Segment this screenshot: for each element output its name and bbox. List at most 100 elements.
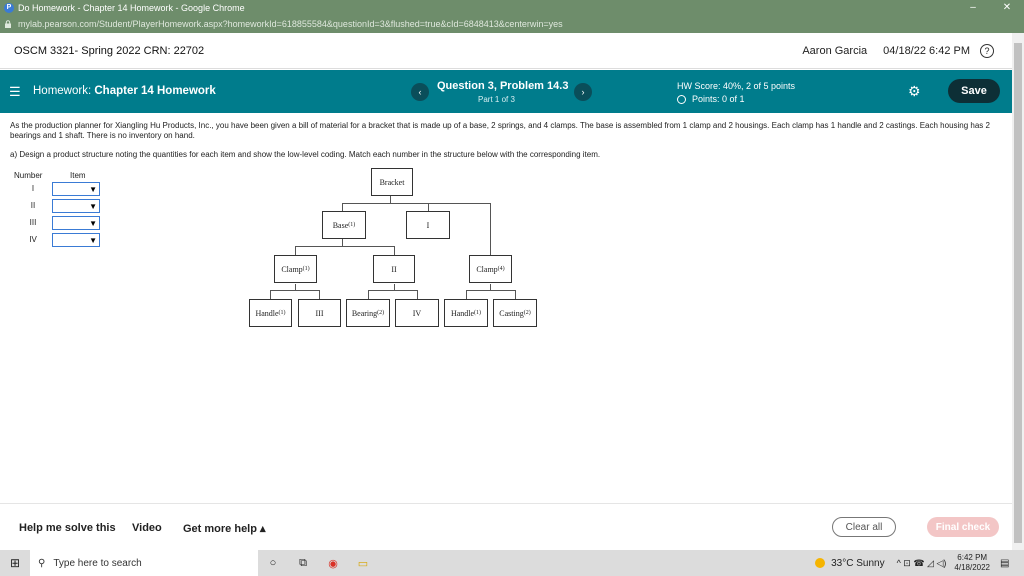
roman-label: II [30, 201, 36, 210]
save-button[interactable]: Save [948, 79, 1000, 103]
connector-line [342, 239, 343, 246]
assignment-table: Number Item I ▼ II ▼ III ▼ IV ▼ [14, 171, 104, 248]
connector-line [394, 246, 395, 255]
node-qty: (1) [348, 222, 356, 228]
connector-line [417, 290, 418, 299]
item-header: Item [70, 171, 86, 180]
hw-score: HW Score: 40%, 2 of 5 points [677, 81, 796, 91]
task-view-icon[interactable]: ⧉ [288, 557, 318, 570]
homework-name: Chapter 14 Homework [94, 85, 216, 97]
node-handle-1: Handle (1) [249, 299, 292, 327]
node-unknown-ii: II [373, 255, 415, 283]
node-base: Base (1) [322, 211, 366, 239]
previous-question-button[interactable]: ‹ [411, 83, 429, 101]
scrollbar-thumb[interactable] [1014, 43, 1022, 543]
connector-line [342, 203, 343, 211]
node-qty: (1) [474, 310, 482, 316]
settings-gear-icon[interactable]: ⚙ [908, 83, 921, 100]
connector-line [390, 196, 391, 203]
windows-taskbar: ⊞ ⚲ Type here to search ○ ⧉ ◉ ▭ 33°C Sun… [0, 550, 1024, 576]
hamburger-menu-icon[interactable]: ☰ [9, 84, 21, 100]
homework-header: ☰ Homework: Chapter 14 Homework ‹ Questi… [0, 70, 1012, 113]
node-qty: (4) [497, 266, 505, 272]
connector-line [466, 290, 467, 299]
node-qty: (2) [523, 310, 531, 316]
help-me-solve-link[interactable]: Help me solve this [19, 522, 116, 534]
node-bracket: Bracket [371, 168, 413, 196]
assignment-header: Number Item [14, 171, 104, 180]
connector-line [490, 203, 491, 255]
next-question-button[interactable]: › [574, 83, 592, 101]
connector-line [515, 290, 516, 299]
weather-widget[interactable]: 33°C Sunny [815, 557, 885, 569]
node-clamp-1: Clamp (1) [274, 255, 317, 283]
url-text[interactable]: mylab.pearson.com/Student/PlayerHomework… [18, 19, 563, 29]
item-select-1[interactable]: ▼ [52, 181, 100, 196]
course-name: OSCM 3321- Spring 2022 CRN: 22702 [14, 44, 205, 57]
node-bearing: Bearing (2) [346, 299, 390, 327]
node-label: Clamp [281, 264, 303, 274]
assignment-row: I ▼ [14, 180, 104, 197]
node-label: Handle [450, 308, 475, 318]
taskbar-clock[interactable]: 6:42 PM 4/18/2022 [954, 553, 990, 573]
clock-time: 6:42 PM [957, 553, 988, 562]
final-check-button[interactable]: Final check [927, 517, 999, 537]
dropdown-arrow-icon: ▼ [89, 218, 97, 228]
product-structure-diagram: Bracket Base (1) I Clamp (1) II Clamp (4) H… [240, 165, 550, 335]
node-handle-2: Handle (1) [444, 299, 488, 327]
number-header: Number [14, 171, 43, 180]
problem-text: As the production planner for Xiangling … [10, 121, 990, 140]
node-label: Bracket [379, 177, 405, 187]
node-unknown-i: I [406, 211, 450, 239]
node-label: Handle [255, 308, 279, 318]
browser-title: Do Homework - Chapter 14 Homework - Goog… [18, 2, 245, 13]
roman-label: IV [29, 235, 37, 244]
weather-text: 33°C Sunny [831, 557, 885, 569]
user-name: Aaron Garcia [802, 44, 868, 57]
question-content: As the production planner for Xiangling … [10, 121, 1005, 160]
get-more-help-link[interactable]: Get more help ▴ [183, 522, 266, 535]
clock-date: 4/18/2022 [954, 563, 990, 572]
item-select-3[interactable]: ▼ [52, 215, 100, 230]
points-circle-icon [677, 94, 686, 104]
clear-all-button[interactable]: Clear all [832, 517, 896, 537]
connector-line [368, 290, 369, 299]
node-unknown-iv: IV [395, 299, 439, 327]
windows-start-icon[interactable]: ⊞ [0, 556, 30, 570]
assignment-row: II ▼ [14, 197, 104, 214]
connector-line [270, 290, 320, 291]
roman-label: III [29, 218, 37, 227]
node-clamp-4: Clamp (4) [469, 255, 512, 283]
close-icon[interactable]: ✕ [990, 2, 1024, 13]
system-tray-icons[interactable]: ^ ⊡ ☎ ◿ ◁) [897, 558, 947, 569]
address-bar[interactable]: mylab.pearson.com/Student/PlayerHomework… [0, 15, 1024, 33]
search-icon: ⚲ [38, 557, 46, 569]
node-qty: (1) [302, 266, 310, 272]
item-select-4[interactable]: ▼ [52, 232, 100, 247]
chrome-icon[interactable]: ◉ [318, 557, 348, 570]
connector-line [466, 290, 516, 291]
node-label: III [315, 308, 324, 318]
item-select-2[interactable]: ▼ [52, 198, 100, 213]
connector-line [319, 290, 320, 299]
lock-icon [5, 20, 11, 28]
connector-line [342, 203, 490, 204]
node-qty: (1) [278, 310, 286, 316]
notification-icon[interactable]: ▤ [1000, 558, 1018, 569]
question-title: Question 3, Problem 14.3 [437, 80, 569, 92]
assignment-row: III ▼ [14, 214, 104, 231]
node-label: Base [332, 220, 349, 230]
dropdown-arrow-icon: ▼ [89, 184, 97, 194]
help-icon[interactable]: ? [980, 43, 994, 58]
cortana-icon[interactable]: ○ [258, 557, 288, 569]
file-explorer-icon[interactable]: ▭ [348, 557, 378, 570]
page-scrollbar[interactable] [1012, 33, 1024, 550]
node-label: IV [412, 308, 422, 318]
taskbar-search-box[interactable]: ⚲ Type here to search [30, 550, 258, 576]
node-label: Bearing [351, 308, 378, 318]
video-link[interactable]: Video [132, 522, 162, 534]
node-unknown-iii: III [298, 299, 341, 327]
node-label: I [426, 220, 430, 230]
connector-line [368, 290, 418, 291]
minimize-icon[interactable]: – [956, 2, 990, 13]
